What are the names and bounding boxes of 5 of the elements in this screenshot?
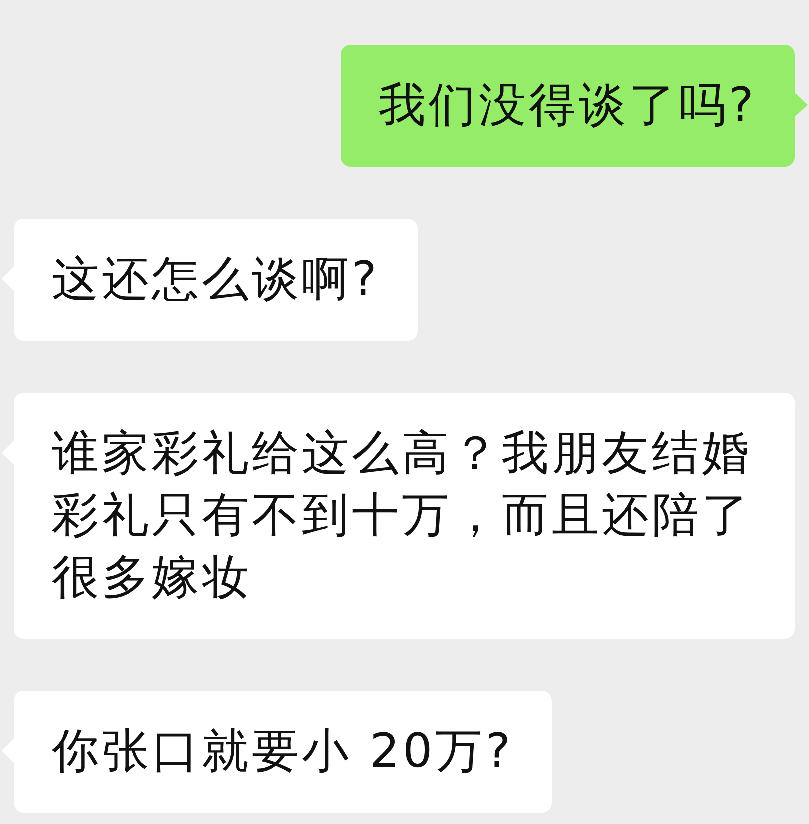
received-message-bubble: 谁家彩礼给这么高？我朋友结婚彩礼只有不到十万，而且还陪了很多嫁妆 [14,393,795,639]
bubble-tail-icon [795,93,808,117]
received-message-bubble: 你张口就要小 20万? [14,691,552,813]
sent-message-bubble: 我们没得谈了吗? [341,45,795,167]
received-message-bubble: 这还怎么谈啊? [14,219,418,341]
